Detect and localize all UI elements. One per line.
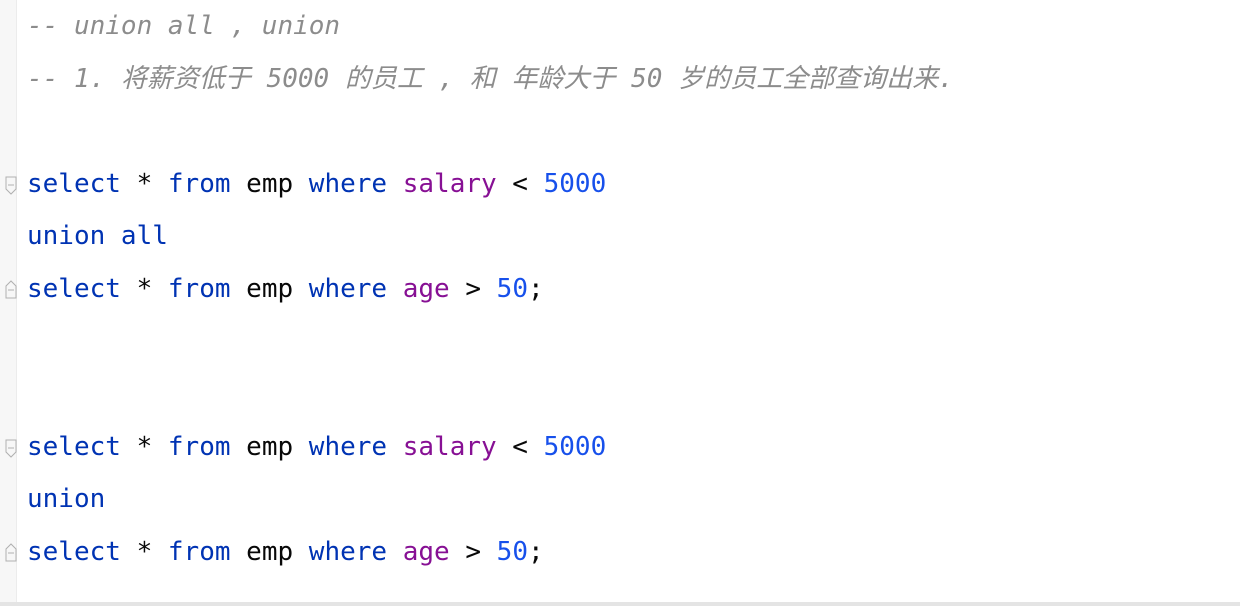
table-name: emp <box>230 169 309 199</box>
query2-union-line[interactable]: union <box>27 479 105 519</box>
table-name: emp <box>230 432 309 462</box>
star-token: * <box>120 274 168 304</box>
semicolon-token: ; <box>527 274 544 304</box>
number-literal: 50 <box>496 274 528 304</box>
fold-end-icon[interactable] <box>5 542 17 562</box>
number-literal: 50 <box>496 537 528 567</box>
keyword-from: from <box>167 169 231 199</box>
keyword-where: where <box>308 169 388 199</box>
semicolon-token: ; <box>527 537 544 567</box>
operator-token: < <box>496 169 544 199</box>
operator-token: > <box>449 274 497 304</box>
keyword-select: select <box>27 432 121 462</box>
table-name: emp <box>230 537 309 567</box>
table-name: emp <box>230 274 309 304</box>
keyword-where: where <box>308 537 388 567</box>
number-literal: 5000 <box>543 169 607 199</box>
editor-gutter[interactable] <box>0 0 17 602</box>
query2-select-line[interactable]: select * from emp where salary < 5000 <box>27 427 606 467</box>
query1-select-age-line[interactable]: select * from emp where age > 50; <box>27 269 544 309</box>
keyword-from: from <box>167 274 231 304</box>
star-token: * <box>120 537 168 567</box>
keyword-where: where <box>308 432 388 462</box>
comment-line-1[interactable]: -- union all , union <box>27 6 340 46</box>
editor-bottom-border <box>0 602 1240 606</box>
keyword-from: from <box>167 432 231 462</box>
keyword-select: select <box>27 537 121 567</box>
keyword-from: from <box>167 537 231 567</box>
column-name: age <box>402 274 450 304</box>
keyword-select: select <box>27 274 121 304</box>
star-token: * <box>120 432 168 462</box>
column-name: salary <box>402 432 497 462</box>
fold-end-icon[interactable] <box>5 279 17 299</box>
query1-union-line[interactable]: union all <box>27 216 168 256</box>
keyword-where: where <box>308 274 388 304</box>
number-literal: 5000 <box>543 432 607 462</box>
fold-start-icon[interactable] <box>5 439 17 459</box>
comment-line-2[interactable]: -- 1. 将薪资低于 5000 的员工 , 和 年龄大于 50 岁的员工全部查… <box>27 59 954 99</box>
sql-editor[interactable]: -- union all , union -- 1. 将薪资低于 5000 的员… <box>0 0 1240 602</box>
query2-select-age-line[interactable]: select * from emp where age > 50; <box>27 532 544 572</box>
operator-token: > <box>449 537 497 567</box>
column-name: age <box>402 537 450 567</box>
query1-select-line[interactable]: select * from emp where salary < 5000 <box>27 164 606 204</box>
fold-start-icon[interactable] <box>5 176 17 196</box>
operator-token: < <box>496 432 544 462</box>
column-name: salary <box>402 169 497 199</box>
star-token: * <box>120 169 168 199</box>
keyword-select: select <box>27 169 121 199</box>
